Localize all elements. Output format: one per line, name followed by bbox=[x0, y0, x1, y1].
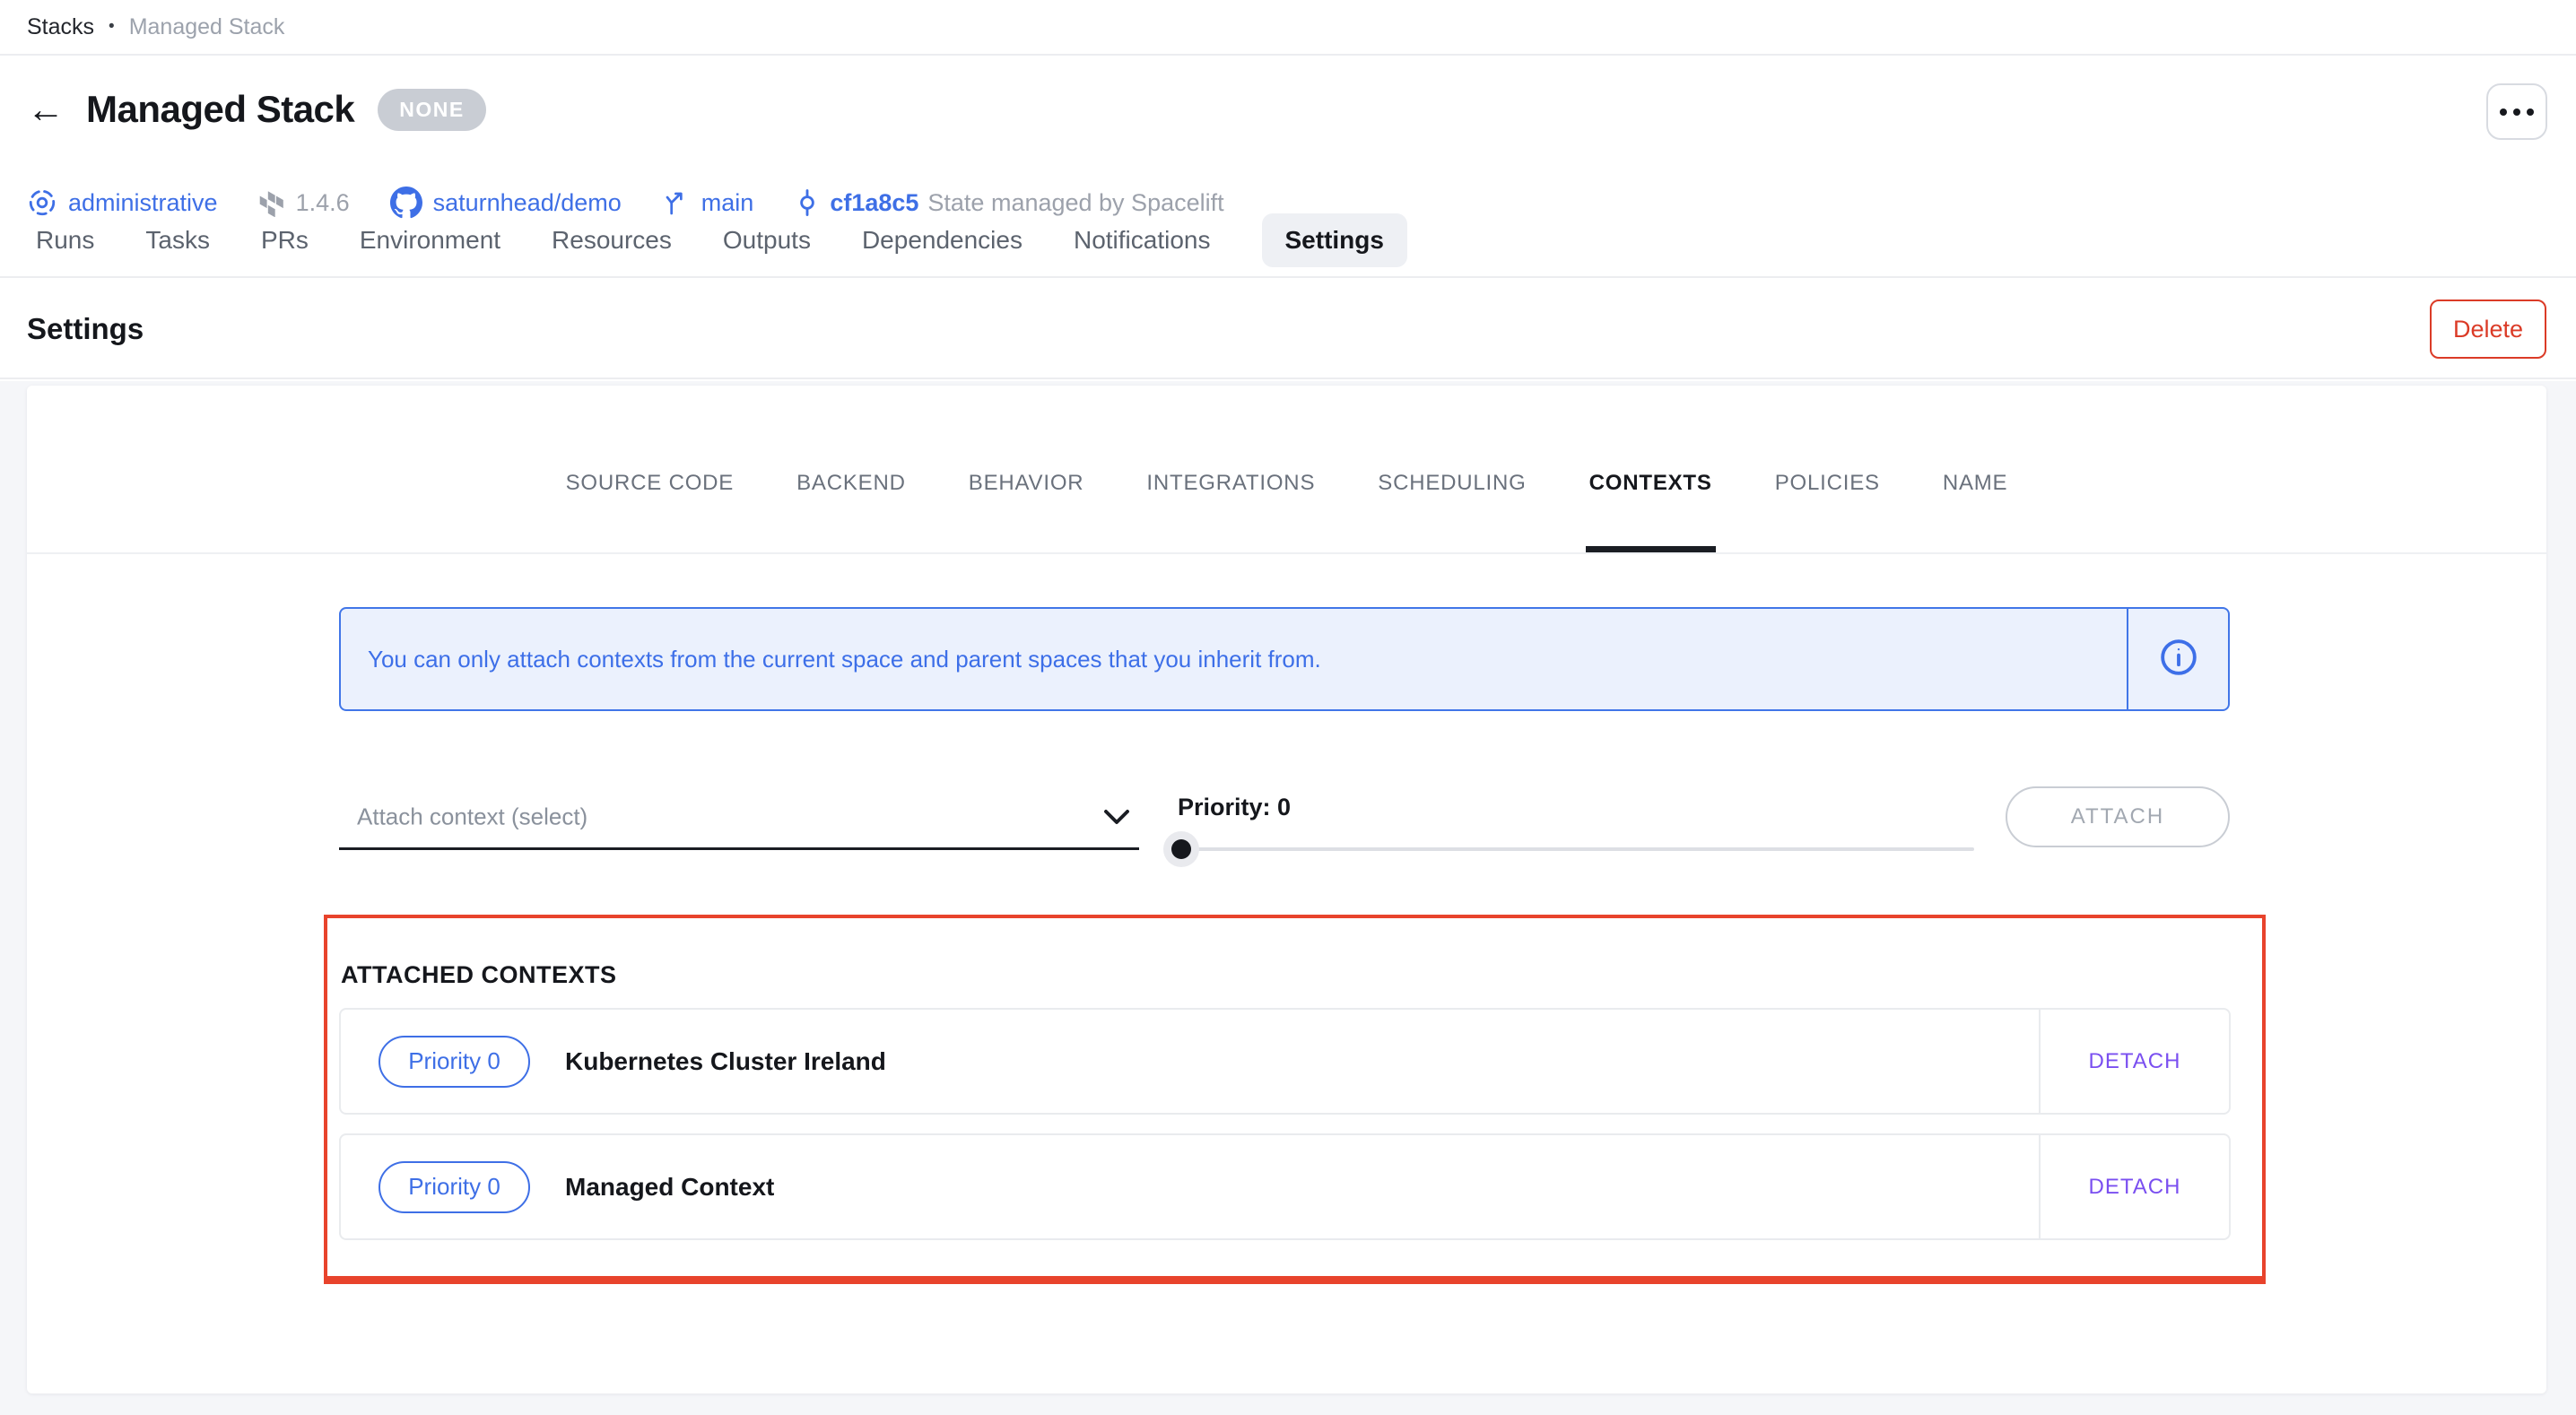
subtab-backend[interactable]: BACKEND bbox=[796, 386, 906, 552]
tab-notifications[interactable]: Notifications bbox=[1074, 226, 1211, 255]
tab-tasks[interactable]: Tasks bbox=[145, 226, 210, 255]
detach-button[interactable]: DETACH bbox=[2039, 1135, 2229, 1238]
tab-outputs[interactable]: Outputs bbox=[723, 226, 811, 255]
priority-slider-handle[interactable] bbox=[1163, 831, 1199, 867]
tab-runs[interactable]: Runs bbox=[36, 226, 94, 255]
tab-resources[interactable]: Resources bbox=[552, 226, 672, 255]
info-banner-text: You can only attach contexts from the cu… bbox=[341, 609, 2127, 709]
slider-dot bbox=[1171, 839, 1191, 859]
stack-header: ← Managed Stack NONE administrative bbox=[0, 56, 2576, 278]
subtab-contexts[interactable]: CONTEXTS bbox=[1589, 386, 1712, 552]
info-banner-icon-section[interactable] bbox=[2127, 609, 2228, 709]
more-options-button[interactable] bbox=[2486, 83, 2547, 140]
subtab-name[interactable]: NAME bbox=[1943, 386, 2008, 552]
title-row: ← Managed Stack NONE bbox=[27, 84, 486, 135]
page-title: Managed Stack bbox=[86, 88, 354, 131]
attached-contexts-heading: ATTACHED CONTEXTS bbox=[341, 961, 617, 989]
priority-slider[interactable] bbox=[1178, 847, 1974, 851]
subtab-scheduling[interactable]: SCHEDULING bbox=[1378, 386, 1526, 552]
tab-dependencies[interactable]: Dependencies bbox=[862, 226, 1023, 255]
attach-context-row: Attach context (select) Priority: 0 ATTA… bbox=[339, 786, 2230, 865]
attached-context-row: Priority 0 Managed Context DETACH bbox=[339, 1133, 2231, 1240]
subtab-behavior[interactable]: BEHAVIOR bbox=[969, 386, 1084, 552]
highlight-annotation-box: ATTACHED CONTEXTS Priority 0 Kubernetes … bbox=[324, 915, 2266, 1284]
breadcrumb-current: Managed Stack bbox=[129, 14, 285, 40]
priority-label: Priority: 0 bbox=[1178, 794, 1291, 821]
attach-button[interactable]: ATTACH bbox=[2006, 786, 2230, 847]
context-name: Managed Context bbox=[565, 1173, 774, 1202]
settings-card: SOURCE CODE BACKEND BEHAVIOR INTEGRATION… bbox=[27, 386, 2546, 1393]
subtab-source-code[interactable]: SOURCE CODE bbox=[566, 386, 735, 552]
subtab-policies[interactable]: POLICIES bbox=[1775, 386, 1880, 552]
detach-button[interactable]: DETACH bbox=[2039, 1010, 2229, 1113]
content-area: SOURCE CODE BACKEND BEHAVIOR INTEGRATION… bbox=[0, 381, 2576, 1415]
info-banner: You can only attach contexts from the cu… bbox=[339, 607, 2230, 711]
tab-prs[interactable]: PRs bbox=[261, 226, 309, 255]
priority-badge: Priority 0 bbox=[379, 1161, 530, 1213]
settings-heading: Settings bbox=[27, 312, 144, 346]
breadcrumb-stacks-link[interactable]: Stacks bbox=[27, 14, 94, 40]
settings-section-bar: Settings Delete bbox=[0, 280, 2576, 379]
context-name: Kubernetes Cluster Ireland bbox=[565, 1047, 886, 1076]
delete-button[interactable]: Delete bbox=[2430, 299, 2546, 359]
breadcrumb-separator: • bbox=[109, 17, 115, 37]
settings-subtabs: SOURCE CODE BACKEND BEHAVIOR INTEGRATION… bbox=[27, 386, 2546, 554]
stack-nav-tabs: Runs Tasks PRs Environment Resources Out… bbox=[36, 203, 1407, 278]
dot-icon bbox=[2513, 109, 2520, 116]
dot-icon bbox=[2500, 109, 2507, 116]
tab-settings[interactable]: Settings bbox=[1262, 213, 1407, 267]
breadcrumb: Stacks • Managed Stack bbox=[0, 0, 2576, 56]
info-icon bbox=[2158, 637, 2199, 682]
space-none-badge: NONE bbox=[378, 89, 485, 131]
attached-context-row: Priority 0 Kubernetes Cluster Ireland DE… bbox=[339, 1008, 2231, 1115]
back-arrow-icon[interactable]: ← bbox=[27, 91, 65, 128]
subtab-integrations[interactable]: INTEGRATIONS bbox=[1146, 386, 1315, 552]
attach-context-select[interactable]: Attach context (select) bbox=[339, 786, 1139, 850]
dot-icon bbox=[2527, 109, 2534, 116]
tab-environment[interactable]: Environment bbox=[360, 226, 500, 255]
chevron-down-icon bbox=[1103, 808, 1130, 830]
priority-badge: Priority 0 bbox=[379, 1036, 530, 1088]
attach-context-select-placeholder: Attach context (select) bbox=[357, 803, 587, 831]
